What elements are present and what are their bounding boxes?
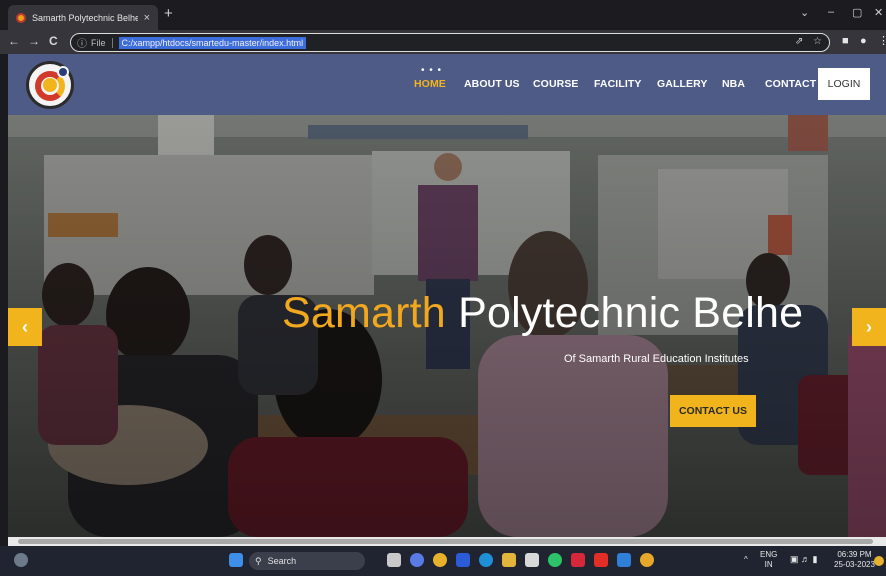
slider-prev-button[interactable]: ‹ [8, 308, 42, 346]
nav-item-home[interactable]: HOME [414, 78, 446, 90]
hero-title-rest: Polytechnic Belhe [445, 289, 804, 337]
window-close-icon[interactable]: ✕ [874, 6, 883, 19]
vscode-icon[interactable] [617, 553, 631, 567]
forward-icon[interactable]: → [28, 34, 40, 48]
site-favicon-icon [16, 12, 26, 23]
tab-search-icon[interactable]: ⌄ [800, 6, 809, 19]
profile-icon[interactable]: ● [860, 35, 867, 47]
chevron-left-icon: ‹ [22, 316, 28, 337]
whatsapp-icon[interactable] [548, 553, 562, 567]
tray-chevron-icon[interactable]: ^ [744, 555, 748, 565]
nav-item-nba[interactable]: NBA [722, 78, 745, 90]
reload-icon[interactable]: C [49, 34, 58, 48]
chrome-active-icon[interactable] [640, 553, 654, 567]
network-sound-battery-icon[interactable]: ▣ ♬ ▮ [790, 554, 817, 564]
hero-slider: Samarth Polytechnic Belhe Of Samarth Rur… [8, 115, 886, 537]
hero-title: Samarth Polytechnic Belhe [282, 289, 803, 338]
task-view-icon[interactable] [387, 553, 401, 567]
file-scheme-label: File [91, 37, 113, 48]
nav-item-facility[interactable]: FACILITY [594, 78, 641, 90]
url-text[interactable]: C:/xampp/htdocs/smartedu-master/index.ht… [118, 36, 307, 49]
new-tab-icon[interactable]: + [164, 6, 173, 22]
taskbar: ⚲ Search ^ ENG IN ▣ ♬ ▮ 06:39 PM 25-03-2… [0, 546, 886, 576]
weather-icon[interactable] [14, 553, 28, 567]
bing-icon[interactable] [456, 553, 470, 567]
lang-region: IN [764, 560, 773, 569]
tab-close-icon[interactable]: × [144, 12, 150, 24]
nav-item-course[interactable]: COURSE [533, 78, 579, 90]
browser-tab-strip: Samarth Polytechnic Belhe × + ⌄ – ▢ ✕ [0, 0, 886, 30]
active-indicator-dots: • • • [421, 65, 443, 76]
address-bar[interactable]: ⓘ File C:/xampp/htdocs/smartedu-master/i… [70, 33, 830, 52]
site-header: • • • HOME ABOUT US COURSE FACILITY GALL… [8, 54, 886, 115]
app-red-icon[interactable] [571, 553, 585, 567]
taskbar-search-label: Search [267, 556, 297, 566]
file-explorer-icon[interactable] [502, 553, 516, 567]
slider-next-button[interactable]: › [852, 308, 886, 346]
site-info-icon[interactable]: ⓘ [77, 35, 87, 50]
share-icon[interactable]: ⇗ [795, 36, 803, 47]
bookmark-star-icon[interactable]: ☆ [813, 36, 822, 47]
lang-code: ENG [760, 550, 778, 559]
chevron-right-icon: › [866, 316, 872, 337]
hero-title-accent: Samarth [282, 289, 446, 337]
contact-us-button[interactable]: CONTACT US [670, 395, 756, 427]
tab-title: Samarth Polytechnic Belhe [32, 12, 138, 23]
chrome-icon[interactable] [433, 553, 447, 567]
back-icon[interactable]: ← [8, 34, 20, 48]
language-indicator[interactable]: ENG IN [760, 550, 777, 570]
youtube-icon[interactable] [594, 553, 608, 567]
sidebar-toggle-icon[interactable]: ■ [842, 35, 849, 47]
edge-icon[interactable] [479, 553, 493, 567]
browser-menu-icon[interactable]: ⋮ [878, 35, 886, 47]
browser-toolbar: ← → C ⓘ File C:/xampp/htdocs/smartedu-ma… [0, 30, 886, 54]
browser-tab[interactable]: Samarth Polytechnic Belhe × [8, 5, 158, 30]
clock[interactable]: 06:39 PM 25-03-2023 [834, 550, 875, 570]
clock-date: 25-03-2023 [834, 560, 875, 569]
screen: Samarth Polytechnic Belhe × + ⌄ – ▢ ✕ ← … [0, 0, 886, 576]
store-icon[interactable] [525, 553, 539, 567]
minimize-icon[interactable]: – [828, 6, 834, 18]
clock-time: 06:39 PM [837, 550, 872, 559]
search-icon: ⚲ [255, 555, 262, 566]
maximize-icon[interactable]: ▢ [852, 6, 862, 19]
taskbar-search[interactable]: ⚲ Search [249, 552, 365, 570]
login-button[interactable]: LOGIN [818, 68, 870, 100]
hero-subtitle: Of Samarth Rural Education Institutes [564, 353, 749, 365]
college-logo[interactable] [26, 61, 74, 109]
nav-item-gallery[interactable]: GALLERY [657, 78, 707, 90]
nav-item-about-us[interactable]: ABOUT US [464, 78, 520, 90]
notification-icon[interactable] [874, 556, 884, 566]
nav-item-contact[interactable]: CONTACT [765, 78, 816, 90]
horizontal-scrollbar[interactable] [8, 537, 886, 546]
scrollbar-thumb[interactable] [18, 539, 873, 544]
start-icon[interactable] [229, 553, 243, 567]
chat-icon[interactable] [410, 553, 424, 567]
